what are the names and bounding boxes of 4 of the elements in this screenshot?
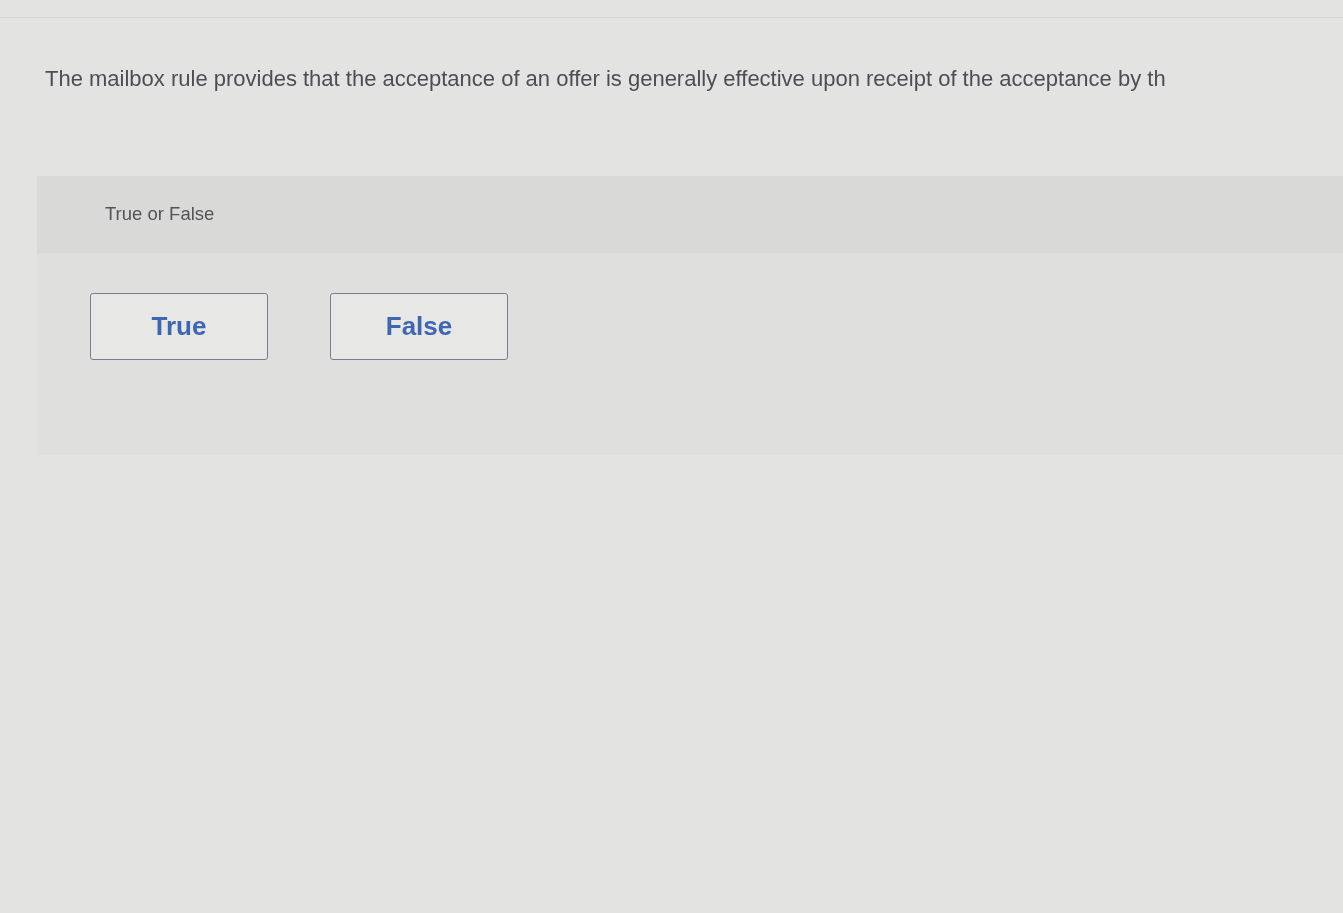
answer-option-button[interactable]: False	[330, 293, 508, 360]
answer-option-button[interactable]: True	[90, 293, 268, 360]
prompt-text: True or False	[105, 202, 215, 225]
question-text: The mailbox rule provides that the acceptance of an offer is generally effective upon receipt of the acceptance by th	[45, 65, 1166, 93]
